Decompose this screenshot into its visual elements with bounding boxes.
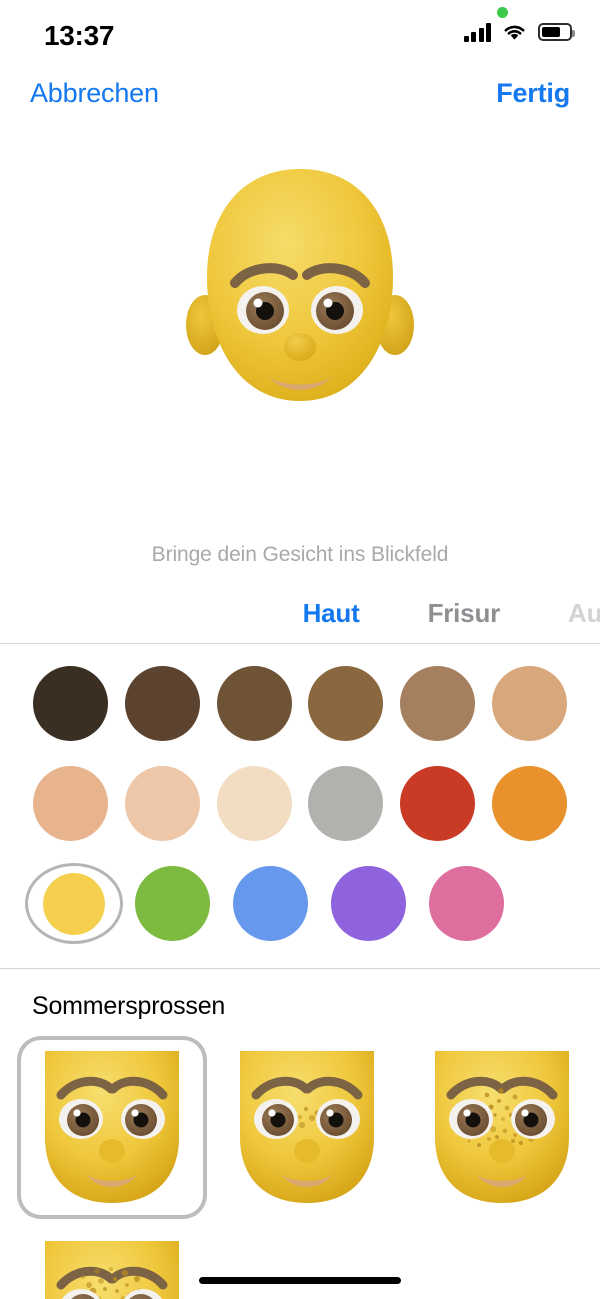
skin-color-row [25, 863, 575, 944]
tab-augen[interactable]: Aug [568, 598, 600, 629]
home-indicator[interactable] [199, 1277, 401, 1284]
swatch-fill [492, 666, 567, 741]
skin-swatch-red[interactable] [392, 763, 484, 844]
tab-frisur[interactable]: Frisur [428, 598, 500, 629]
freckles-option-none[interactable] [14, 1032, 209, 1222]
swatch-fill [400, 666, 475, 741]
memoji-face-thumb [427, 1051, 577, 1203]
skin-swatch-medium-brown[interactable] [208, 663, 300, 744]
skin-swatch-dark-coffee[interactable] [117, 663, 209, 744]
swatch-fill [217, 766, 292, 841]
memoji-face-thumb [37, 1241, 187, 1299]
swatch-fill [33, 666, 108, 741]
memoji-face-thumb [37, 1051, 187, 1203]
skin-swatch-yellow[interactable] [25, 863, 123, 944]
swatch-fill [33, 766, 108, 841]
skin-swatch-green[interactable] [123, 863, 221, 944]
section-divider [0, 968, 600, 969]
swatch-fill [125, 766, 200, 841]
tab-haut[interactable]: Haut [303, 598, 360, 629]
swatch-fill [400, 766, 475, 841]
status-bar: 13:37 [0, 0, 600, 66]
freckles-thumb-frame [17, 1036, 207, 1219]
skin-swatch-pale-cream[interactable] [208, 763, 300, 844]
swatch-fill [233, 866, 308, 941]
freckles-thumb-frame [212, 1036, 402, 1219]
face-tracking-hint: Bringe dein Gesicht ins Blickfeld [0, 543, 600, 567]
swatch-fill [492, 766, 567, 841]
swatch-fill [308, 666, 383, 741]
skin-swatch-tan-brown[interactable] [392, 663, 484, 744]
skin-swatch-purple[interactable] [319, 863, 417, 944]
swatch-fill [135, 866, 210, 941]
memoji-face-large [183, 165, 417, 455]
done-button[interactable]: Fertig [496, 78, 570, 109]
skin-swatch-light-tan[interactable] [483, 663, 575, 744]
skin-swatch-pink[interactable] [417, 863, 515, 944]
category-tabs: Haut Frisur Aug [0, 590, 600, 636]
skin-swatch-warm-brown[interactable] [300, 663, 392, 744]
freckles-thumb-frame [407, 1036, 597, 1219]
skin-color-row [25, 763, 575, 844]
cancel-button[interactable]: Abbrechen [30, 78, 159, 109]
cellular-signal-icon [464, 23, 492, 42]
memoji-editor-screen: 13:37 Abbrechen Fertig Bringe dein Gesic… [0, 0, 600, 1299]
swatch-fill [43, 873, 105, 935]
skin-swatch-blue[interactable] [221, 863, 319, 944]
swatch-fill [308, 766, 383, 841]
freckles-option-heavy[interactable] [404, 1032, 599, 1222]
memoji-face-thumb [232, 1051, 382, 1203]
privacy-indicator-dot [497, 7, 508, 18]
freckles-option-extra[interactable] [14, 1222, 209, 1299]
skin-swatch-dark-espresso[interactable] [25, 663, 117, 744]
freckles-option-light[interactable] [209, 1032, 404, 1222]
skin-swatch-peach-tan[interactable] [25, 763, 117, 844]
freckles-option-grid [14, 1032, 600, 1299]
swatch-fill [429, 866, 504, 941]
skin-color-row [25, 663, 575, 744]
freckles-section-title: Sommersprossen [32, 992, 225, 1021]
tabs-divider [0, 643, 600, 644]
skin-swatch-orange[interactable] [483, 763, 575, 844]
battery-icon [538, 23, 572, 41]
swatch-fill [125, 666, 200, 741]
status-bar-time: 13:37 [44, 20, 114, 52]
swatch-fill [331, 866, 406, 941]
wifi-icon [501, 22, 528, 42]
memoji-preview [0, 150, 600, 520]
navigation-bar: Abbrechen Fertig [0, 78, 600, 130]
skin-swatch-light-peach[interactable] [117, 763, 209, 844]
freckles-thumb-frame [17, 1226, 207, 1299]
skin-swatch-grey[interactable] [300, 763, 392, 844]
status-bar-icons [464, 22, 573, 42]
skin-color-grid [0, 663, 600, 944]
swatch-fill [217, 666, 292, 741]
